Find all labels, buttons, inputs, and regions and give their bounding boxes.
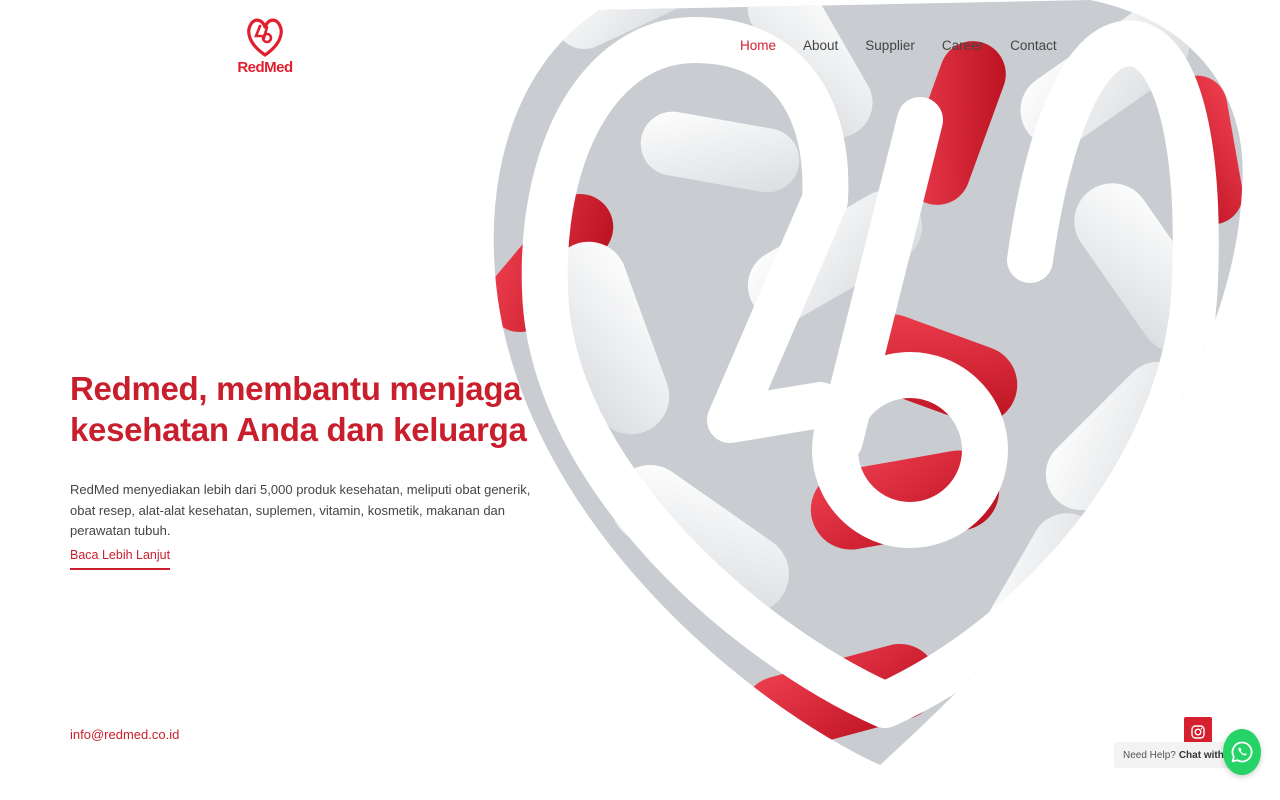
nav-about[interactable]: About (803, 38, 838, 53)
brand-logo[interactable]: RedMed (234, 14, 296, 80)
hero-description: RedMed menyediakan lebih dari 5,000 prod… (70, 482, 531, 538)
read-more-link[interactable]: Baca Lebih Lanjut (70, 548, 171, 570)
chat-help-prefix: Need Help? (1123, 749, 1176, 761)
nav-supplier[interactable]: Supplier (865, 38, 915, 53)
instagram-icon (1191, 725, 1205, 739)
nav-home[interactable]: Home (740, 38, 776, 53)
contact-email-link[interactable]: info@redmed.co.id (70, 727, 179, 742)
heart-logo-icon (247, 18, 283, 57)
main-nav: Home About Supplier Career Contact (740, 38, 1057, 53)
whatsapp-chat-button[interactable] (1223, 729, 1261, 775)
nav-career[interactable]: Career (942, 38, 983, 53)
whatsapp-icon (1231, 741, 1253, 763)
nav-contact[interactable]: Contact (1010, 38, 1057, 53)
capsule-heart-image (490, 0, 1250, 770)
brand-name: RedMed (237, 59, 293, 76)
hero-title: Redmed, membantu menjaga kesehatan Anda … (70, 370, 527, 448)
